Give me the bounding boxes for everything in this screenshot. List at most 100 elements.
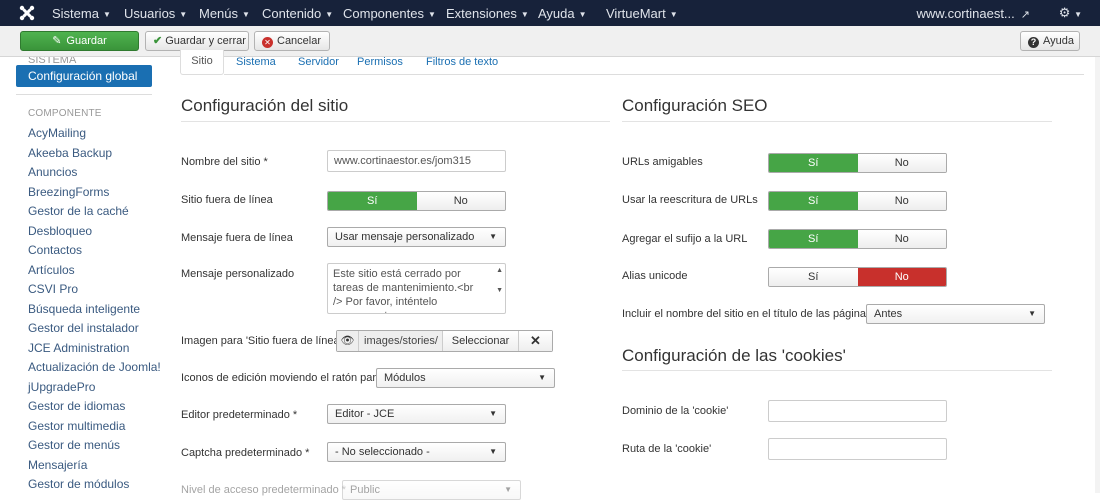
cookie-path-label: Ruta de la 'cookie' — [622, 443, 712, 455]
sidebar-item[interactable]: Contactos — [28, 243, 82, 257]
sitename-title-label: Incluir el nombre del sitio en el título… — [622, 308, 872, 320]
sidebar: SISTEMA Configuración global COMPONENTE … — [0, 57, 160, 493]
captcha-label: Captcha predeterminado * — [181, 447, 310, 459]
joomla-logo-icon[interactable] — [19, 5, 35, 21]
sidebar-item[interactable]: Akeeba Backup — [28, 146, 112, 160]
check-icon: ✔ — [153, 35, 163, 47]
offline-yes[interactable]: Sí — [328, 192, 417, 210]
editor-label: Editor predeterminado * — [181, 409, 298, 421]
sidebar-item[interactable]: Mensajería — [28, 458, 87, 472]
rewrite-toggle[interactable]: Sí No — [768, 191, 947, 211]
cookie-path-input[interactable] — [768, 438, 947, 460]
toolbar: ✎ Guardar ✔ Guardar y cerrar ✕ Cancelar ? Ay… — [0, 26, 1100, 57]
chevron-down-icon: ▼ — [504, 485, 512, 494]
cookies-divider — [622, 370, 1052, 371]
suffix-toggle[interactable]: Sí No — [768, 229, 947, 249]
menu-sistema[interactable]: Sistema ▼ — [52, 6, 111, 21]
editor-select[interactable]: Editor - JCE ▼ — [327, 404, 506, 424]
tabs-divider — [224, 74, 1084, 75]
chevron-down-icon: ▼ — [1028, 309, 1036, 318]
custom-message-textarea[interactable]: Este sitio está cerrado por tareas de ma… — [327, 263, 506, 314]
tab-servidor[interactable]: Servidor — [298, 56, 339, 68]
tab-sitio[interactable]: Sitio — [180, 50, 224, 75]
external-link-icon: ↗ — [1020, 9, 1030, 21]
custom-message-text: Este sitio está cerrado por tareas de ma… — [333, 268, 474, 313]
captcha-select[interactable]: - No seleccionado - ▼ — [327, 442, 506, 462]
sidebar-item[interactable]: Gestor del instalador — [28, 321, 139, 335]
sef-no[interactable]: No — [857, 154, 946, 172]
access-level-select[interactable]: Public ▼ — [342, 480, 521, 500]
page-scrollbar[interactable] — [1095, 57, 1100, 493]
site-config-divider — [181, 121, 610, 122]
sidebar-item-global-config[interactable]: Configuración global — [16, 65, 152, 87]
suffix-label: Agregar el sufijo a la URL — [622, 233, 748, 245]
sidebar-item[interactable]: Gestor de módulos — [28, 477, 129, 491]
sidebar-item[interactable]: Búsqueda inteligente — [28, 302, 140, 316]
chevron-down-icon: ▼ — [489, 232, 497, 241]
save-close-button[interactable]: ✔ Guardar y cerrar — [145, 31, 249, 51]
menu-virtuemart[interactable]: VirtueMart ▼ — [606, 6, 678, 21]
site-link[interactable]: www.cortinaest... ↗ — [917, 6, 1030, 21]
sidebar-item[interactable]: Gestor de la caché — [28, 204, 129, 218]
tab-sistema[interactable]: Sistema — [236, 56, 276, 68]
site-config-heading: Configuración del sitio — [181, 96, 349, 115]
sidebar-item[interactable]: Actualización de Joomla! — [28, 360, 160, 374]
sidebar-item[interactable]: jUpgradePro — [28, 380, 95, 394]
offline-message-label: Mensaje fuera de línea — [181, 232, 293, 244]
tab-permisos[interactable]: Permisos — [357, 56, 403, 68]
gear-icon[interactable]: ⚙ ▼ — [1059, 5, 1082, 21]
select-image-button[interactable]: Seleccionar — [443, 331, 519, 351]
offline-label: Sitio fuera de línea — [181, 194, 273, 206]
unicode-yes[interactable]: Sí — [769, 268, 858, 286]
sidebar-item[interactable]: Gestor multimedia — [28, 419, 125, 433]
offline-no[interactable]: No — [416, 192, 505, 210]
suffix-yes[interactable]: Sí — [769, 230, 858, 248]
suffix-no[interactable]: No — [857, 230, 946, 248]
unicode-no[interactable]: No — [857, 268, 946, 286]
sitename-title-select[interactable]: Antes ▼ — [866, 304, 1045, 324]
scrollbar-arrows-icon[interactable]: ▲ ▼ — [496, 266, 503, 296]
sidebar-item[interactable]: Gestor de menús — [28, 438, 120, 452]
sidebar-item[interactable]: BreezingForms — [28, 185, 109, 199]
sidebar-item[interactable]: Gestor de idiomas — [28, 399, 125, 413]
edit-icons-label: Iconos de edición moviendo el ratón para — [181, 372, 383, 384]
edit-icon: ✎ — [52, 35, 62, 47]
menu-contenido[interactable]: Contenido ▼ — [262, 6, 333, 21]
save-button[interactable]: ✎ Guardar — [20, 31, 139, 51]
menu-menus[interactable]: Menús ▼ — [199, 6, 250, 21]
sef-yes[interactable]: Sí — [769, 154, 858, 172]
cancel-icon: ✕ — [262, 37, 273, 48]
tab-filtros-texto[interactable]: Filtros de texto — [426, 56, 498, 68]
edit-icons-select[interactable]: Módulos ▼ — [376, 368, 555, 388]
offline-image-field: 👁 images/stories/ Seleccionar ✕ — [336, 330, 553, 352]
unicode-toggle[interactable]: Sí No — [768, 267, 947, 287]
cookie-domain-label: Dominio de la 'cookie' — [622, 405, 729, 417]
sidebar-item[interactable]: Anuncios — [28, 165, 77, 179]
rewrite-yes[interactable]: Sí — [769, 192, 858, 210]
sidebar-item[interactable]: Desbloqueo — [28, 224, 92, 238]
rewrite-no[interactable]: No — [857, 192, 946, 210]
sidebar-heading: COMPONENTE — [28, 108, 102, 119]
sidebar-item[interactable]: JCE Administration — [28, 341, 129, 355]
sef-toggle[interactable]: Sí No — [768, 153, 947, 173]
cookies-heading: Configuración de las 'cookies' — [622, 346, 846, 365]
menu-extensiones[interactable]: Extensiones ▼ — [446, 6, 529, 21]
sidebar-item[interactable]: CSVI Pro — [28, 282, 78, 296]
sidebar-item[interactable]: Artículos — [28, 263, 75, 277]
clear-icon[interactable]: ✕ — [519, 331, 552, 351]
chevron-down-icon: ▼ — [489, 409, 497, 418]
offline-image-path: images/stories/ — [359, 331, 443, 351]
menu-ayuda[interactable]: Ayuda ▼ — [538, 6, 587, 21]
menu-componentes[interactable]: Componentes ▼ — [343, 6, 436, 21]
offline-toggle[interactable]: Sí No — [327, 191, 506, 211]
help-button[interactable]: ? Ayuda — [1020, 31, 1080, 51]
sidebar-item[interactable]: AcyMailing — [28, 126, 86, 140]
offline-message-select[interactable]: Usar mensaje personalizado ▼ — [327, 227, 506, 247]
offline-image-label: Imagen para 'Sitio fuera de línea' — [181, 335, 342, 347]
sidebar-divider — [16, 94, 152, 95]
cookie-domain-input[interactable] — [768, 400, 947, 422]
cancel-button[interactable]: ✕ Cancelar — [254, 31, 330, 51]
eye-icon[interactable]: 👁 — [337, 331, 359, 351]
menu-usuarios[interactable]: Usuarios ▼ — [124, 6, 187, 21]
site-name-input[interactable]: www.cortinaestor.es/jom315 — [327, 150, 506, 172]
